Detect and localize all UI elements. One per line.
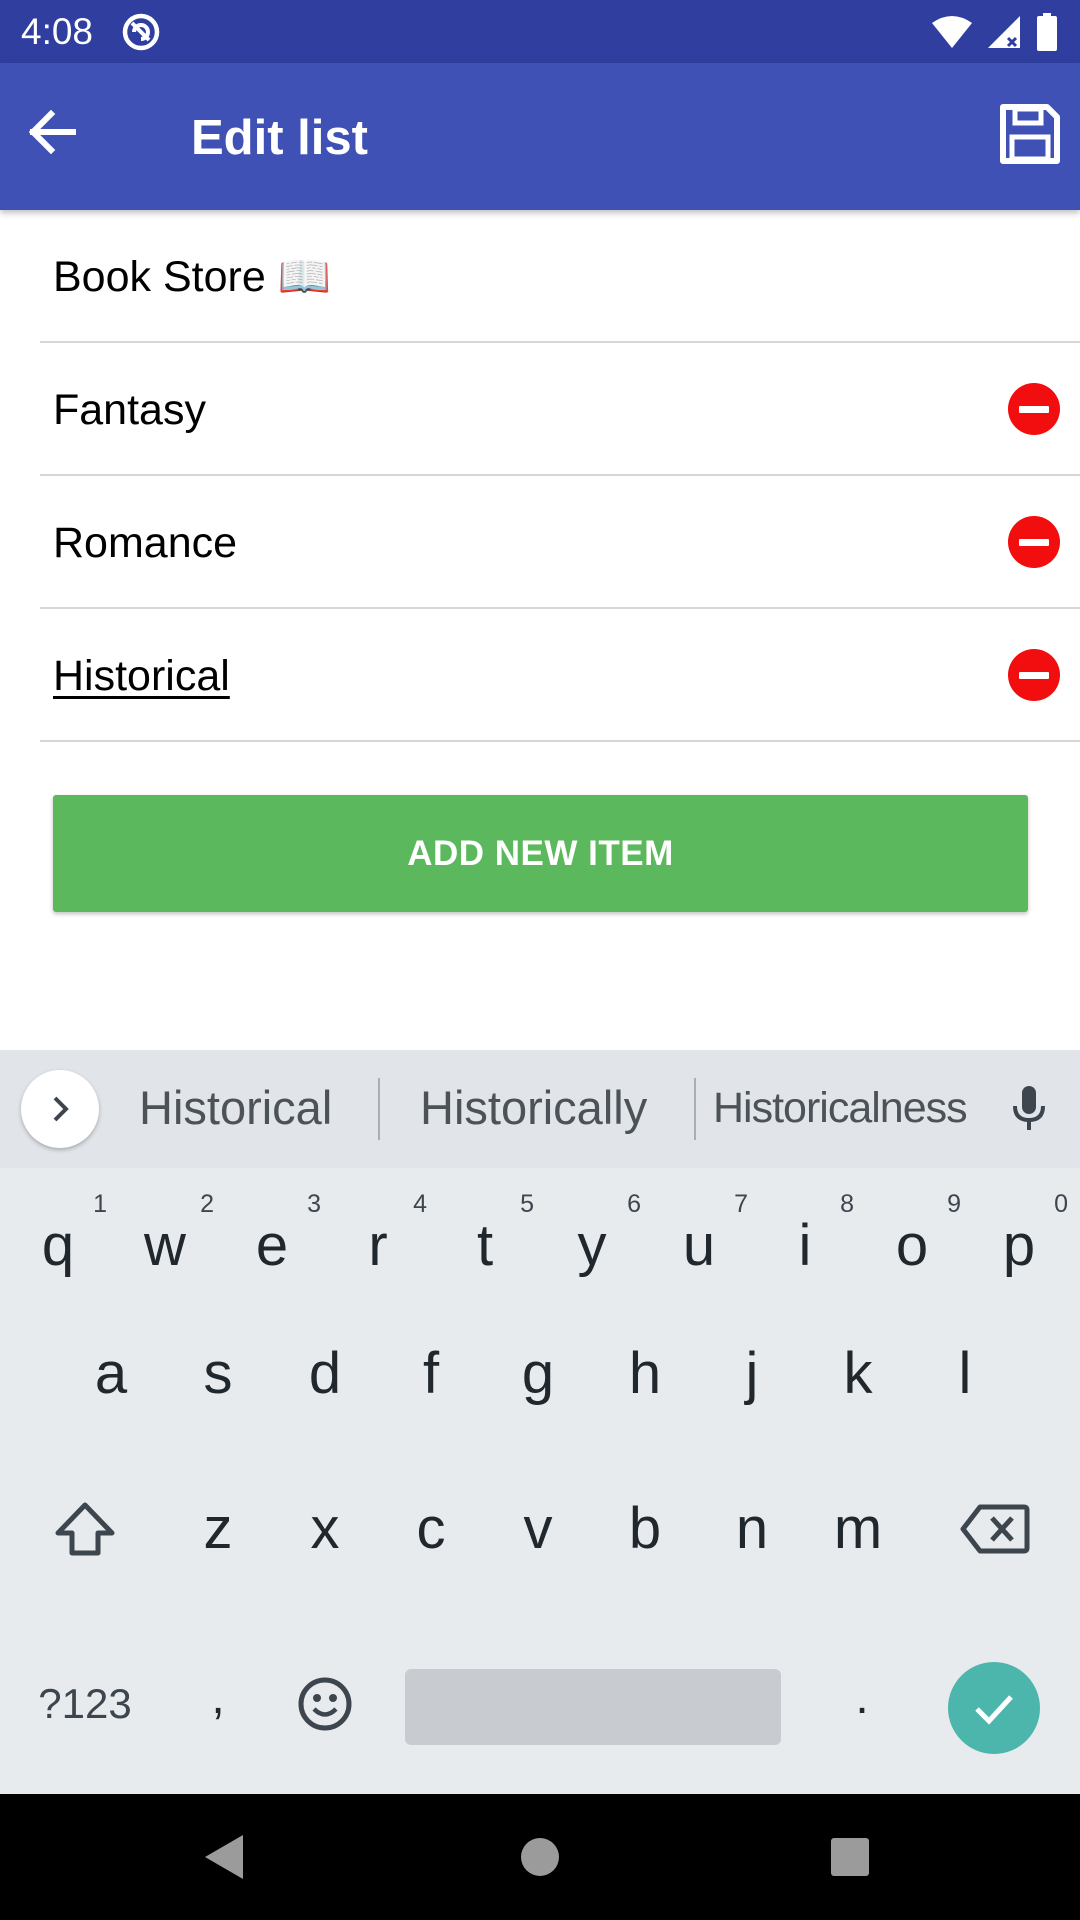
remove-item-button[interactable] <box>1008 516 1060 568</box>
suggestion-toggle-button[interactable] <box>21 1070 99 1148</box>
key-z[interactable]: z <box>165 1475 271 1583</box>
key-p[interactable]: p0 <box>966 1178 1072 1298</box>
done-key[interactable] <box>948 1662 1040 1754</box>
voice-input-button[interactable] <box>1004 1084 1054 1134</box>
save-icon <box>1000 104 1060 164</box>
item-text: Fantasy <box>53 386 206 434</box>
space-key[interactable] <box>405 1669 781 1745</box>
suggestion-divider <box>694 1078 696 1140</box>
nav-recents-button[interactable] <box>817 1824 883 1890</box>
app-bar: Edit list <box>0 63 1080 210</box>
key-k[interactable]: k <box>805 1320 911 1428</box>
backspace-key[interactable] <box>940 1475 1050 1583</box>
key-period[interactable]: . <box>809 1644 915 1752</box>
back-arrow-icon <box>28 109 76 155</box>
mic-icon <box>1013 1086 1045 1130</box>
remove-item-button[interactable] <box>1008 649 1060 701</box>
emoji-key[interactable] <box>272 1650 378 1758</box>
key-h[interactable]: h <box>592 1320 698 1428</box>
key-r[interactable]: r4 <box>325 1178 431 1298</box>
emoji-icon <box>298 1677 352 1731</box>
key-b[interactable]: b <box>592 1475 698 1583</box>
remove-icon <box>1019 405 1049 413</box>
nav-back-button[interactable] <box>191 1824 257 1890</box>
remove-icon <box>1019 671 1049 679</box>
nav-recents-icon <box>831 1838 869 1876</box>
key-q[interactable]: q1 <box>5 1178 111 1298</box>
key-comma[interactable]: , <box>165 1644 271 1752</box>
key-e[interactable]: e3 <box>219 1178 325 1298</box>
chevron-right-icon <box>53 1096 69 1122</box>
nav-back-icon <box>205 1835 243 1879</box>
backspace-icon <box>960 1504 1030 1554</box>
signal-icon <box>988 16 1020 48</box>
item-text: Romance <box>53 519 238 567</box>
nav-home-icon <box>521 1838 559 1876</box>
remove-item-button[interactable] <box>1008 383 1060 435</box>
system-nav-bar <box>0 1794 1080 1920</box>
list-name-field[interactable]: Book Store 📖 <box>40 210 1080 343</box>
save-button[interactable] <box>994 98 1066 170</box>
suggestion-divider <box>378 1078 380 1140</box>
soft-keyboard: Historical Historically Historicalness q… <box>0 1050 1080 1794</box>
key-g[interactable]: g <box>485 1320 591 1428</box>
list-item[interactable]: Historical <box>40 609 1080 742</box>
list-item[interactable]: Romance <box>40 476 1080 609</box>
suggestion-item[interactable]: Historicalness <box>713 1080 968 1136</box>
app-notification-icon <box>122 13 160 51</box>
key-x[interactable]: x <box>272 1475 378 1583</box>
back-button[interactable] <box>18 99 84 165</box>
page-title: Edit list <box>191 111 368 165</box>
key-f[interactable]: f <box>378 1320 484 1428</box>
key-u[interactable]: u7 <box>646 1178 752 1298</box>
shift-key[interactable] <box>30 1475 140 1583</box>
key-a[interactable]: a <box>58 1320 164 1428</box>
key-d[interactable]: d <box>272 1320 378 1428</box>
suggestion-strip: Historical Historically Historicalness <box>0 1050 1080 1168</box>
list-item[interactable]: Fantasy <box>40 343 1080 476</box>
key-c[interactable]: c <box>378 1475 484 1583</box>
remove-icon <box>1019 538 1049 546</box>
battery-icon <box>1037 13 1057 51</box>
key-t[interactable]: t5 <box>432 1178 538 1298</box>
key-o[interactable]: o9 <box>859 1178 965 1298</box>
key-v[interactable]: v <box>485 1475 591 1583</box>
key-w[interactable]: w2 <box>112 1178 218 1298</box>
status-time: 4:08 <box>21 11 94 52</box>
key-s[interactable]: s <box>165 1320 271 1428</box>
key-j[interactable]: j <box>699 1320 805 1428</box>
key-m[interactable]: m <box>805 1475 911 1583</box>
key-i[interactable]: i8 <box>752 1178 858 1298</box>
status-bar: 4:08 <box>0 0 1080 63</box>
list-name-text: Book Store 📖 <box>53 253 332 301</box>
suggestion-item[interactable]: Historical <box>139 1080 332 1136</box>
suggestion-item[interactable]: Historically <box>420 1080 647 1136</box>
wifi-icon <box>932 16 972 48</box>
add-new-item-button[interactable]: ADD NEW ITEM <box>53 795 1028 912</box>
item-text: Historical <box>53 652 230 700</box>
key-n[interactable]: n <box>699 1475 805 1583</box>
shift-icon <box>55 1502 115 1556</box>
check-icon <box>975 1695 1013 1725</box>
nav-home-button[interactable] <box>507 1824 573 1890</box>
key-y[interactable]: y6 <box>539 1178 645 1298</box>
symbols-key[interactable]: ?123 <box>20 1650 150 1758</box>
key-l[interactable]: l <box>912 1320 1018 1428</box>
